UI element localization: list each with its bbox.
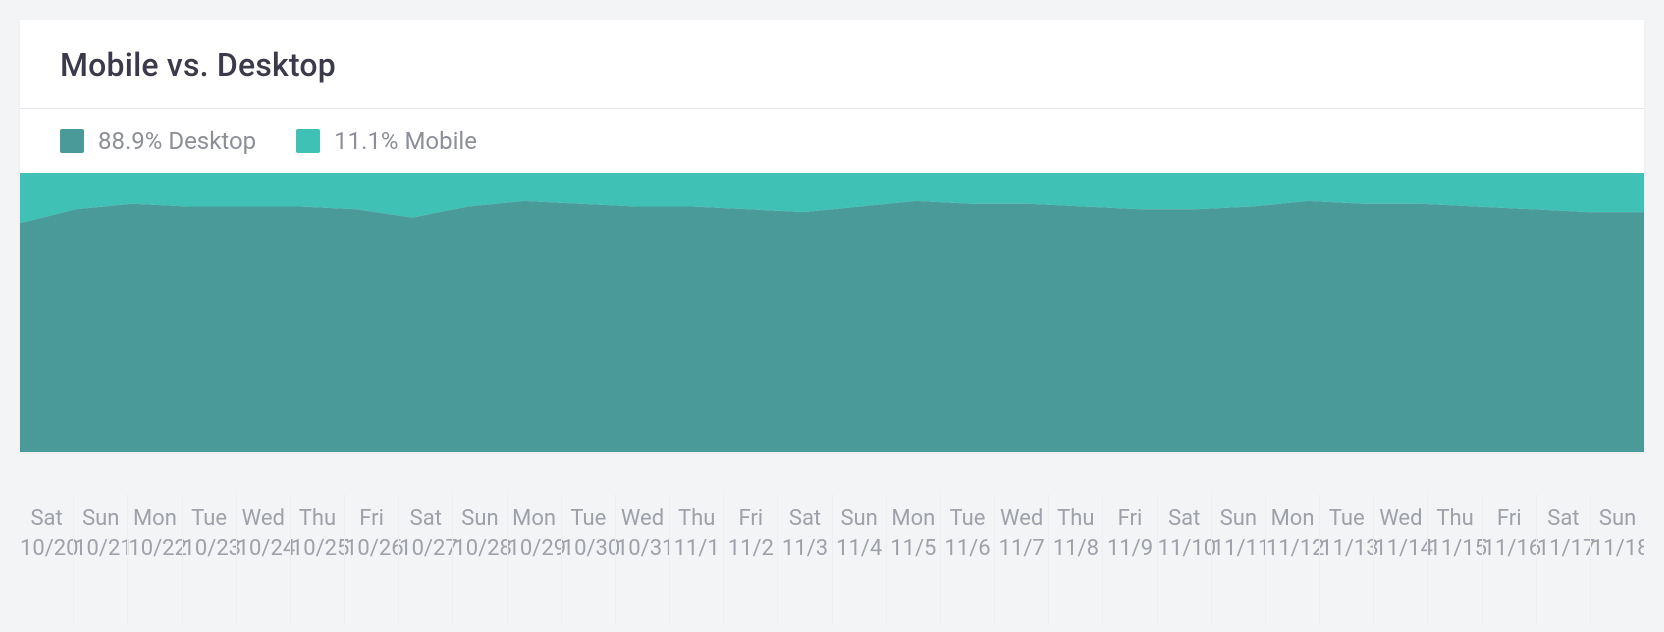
x-axis-tick: Mon11/5: [886, 494, 940, 624]
x-axis-tick: Mon10/29: [507, 494, 561, 624]
x-axis-tick: Wed11/7: [994, 494, 1048, 624]
x-axis-tick: Sat11/3: [777, 494, 831, 624]
legend-label-desktop: 88.9% Desktop: [98, 127, 256, 155]
x-axis-tick: Tue10/23: [182, 494, 236, 624]
x-axis-tick: Tue10/30: [561, 494, 615, 624]
x-axis-tick: Fri11/16: [1482, 494, 1536, 624]
x-axis-tick: Sat11/10: [1157, 494, 1211, 624]
stacked-area-chart: [20, 173, 1644, 452]
x-axis-tick: Wed11/14: [1373, 494, 1427, 624]
x-axis-tick: Sun11/4: [832, 494, 886, 624]
chart-card: Mobile vs. Desktop 88.9% Desktop 11.1% M…: [20, 20, 1644, 452]
x-axis-tick: Thu11/8: [1048, 494, 1102, 624]
x-axis-tick: Mon10/22: [127, 494, 181, 624]
x-axis-tick: Mon11/12: [1265, 494, 1319, 624]
legend-swatch-desktop: [60, 129, 84, 153]
x-axis-tick: Sun11/11: [1211, 494, 1265, 624]
legend: 88.9% Desktop 11.1% Mobile: [20, 109, 1644, 173]
x-axis-tick: Wed10/24: [236, 494, 290, 624]
x-axis-tick: Tue11/13: [1319, 494, 1373, 624]
x-axis-tick: Thu11/1: [669, 494, 723, 624]
legend-label-mobile: 11.1% Mobile: [334, 127, 477, 155]
x-axis-tick: Sat10/20: [20, 494, 73, 624]
x-axis: Sat10/20Sun10/21Mon10/22Tue10/23Wed10/24…: [20, 494, 1644, 624]
x-axis-tick: Sat10/27: [398, 494, 452, 624]
x-axis-tick: Fri11/9: [1102, 494, 1156, 624]
chart-title: Mobile vs. Desktop: [60, 46, 1604, 84]
legend-item-desktop[interactable]: 88.9% Desktop: [60, 127, 256, 155]
x-axis-tick: Sun10/28: [452, 494, 506, 624]
area-desktop: [20, 201, 1644, 452]
x-axis-tick: Thu11/15: [1427, 494, 1481, 624]
x-axis-tick: Sat11/17: [1536, 494, 1590, 624]
x-axis-tick: Wed10/31: [615, 494, 669, 624]
legend-swatch-mobile: [296, 129, 320, 153]
x-axis-tick: Thu10/25: [290, 494, 344, 624]
x-axis-tick: Sun11/18: [1590, 494, 1644, 624]
x-axis-tick: Sun10/21: [73, 494, 127, 624]
x-axis-tick: Fri11/2: [723, 494, 777, 624]
x-axis-tick: Tue11/6: [940, 494, 994, 624]
legend-item-mobile[interactable]: 11.1% Mobile: [296, 127, 477, 155]
card-header: Mobile vs. Desktop: [20, 20, 1644, 109]
x-axis-tick: Fri10/26: [344, 494, 398, 624]
